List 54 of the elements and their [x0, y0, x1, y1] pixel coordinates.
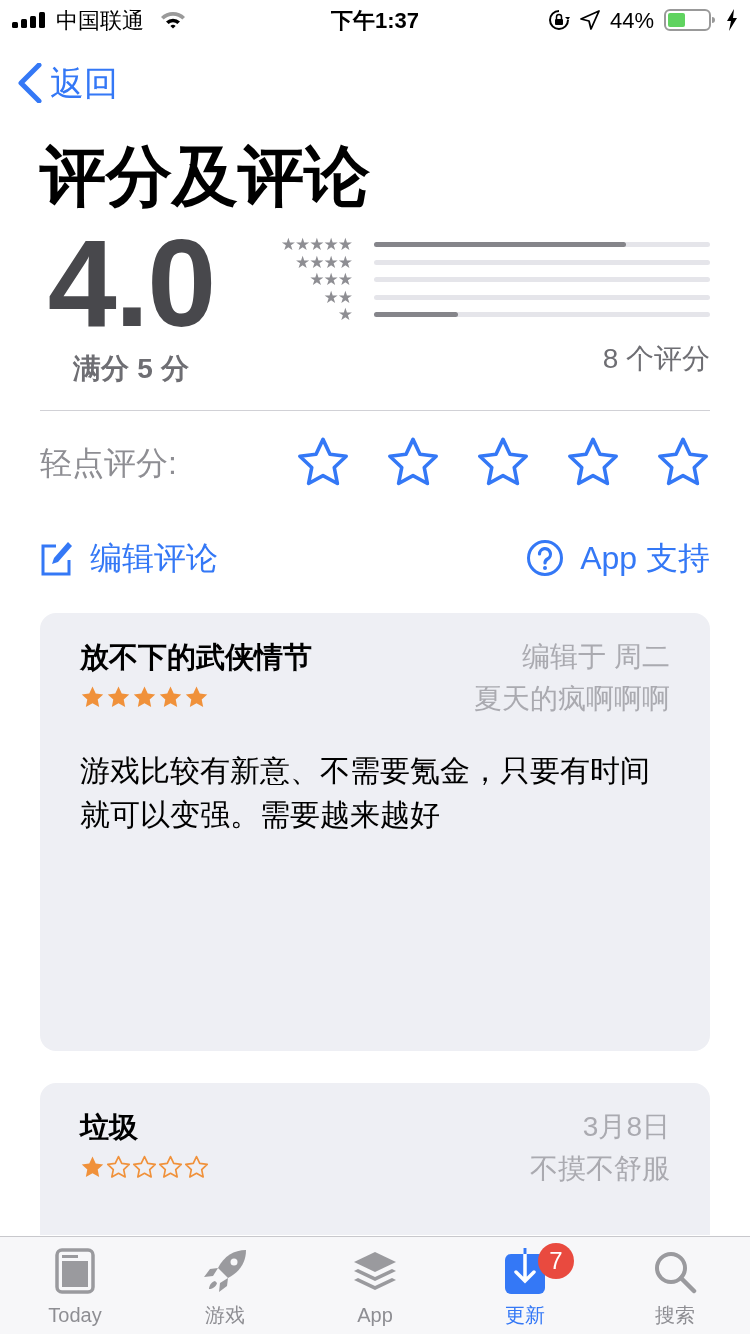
- carrier-name: 中国联通: [56, 6, 144, 35]
- star-icon: [184, 1155, 209, 1180]
- clock-time: 下午1:37: [331, 6, 419, 35]
- review-body: 游戏比较有新意、不需要氪金，只要有时间就可以变强。需要越来越好: [80, 753, 651, 833]
- star-icon: [158, 685, 183, 710]
- star-rating-label: ★★★★: [295, 253, 352, 271]
- star-icon: [184, 685, 209, 710]
- today-tab[interactable]: Today: [0, 1237, 150, 1334]
- page-title: 评分及评论: [38, 138, 371, 215]
- review-date: 3月8日: [582, 1110, 670, 1144]
- download-icon: [505, 1248, 545, 1294]
- star-icon: [132, 685, 157, 710]
- star-icon: [132, 1155, 157, 1180]
- star-rating-label: ★★: [323, 288, 352, 306]
- review-card[interactable]: 放不下的武侠情节 编辑于 周二 夏天的疯啊啊啊 游戏比较有新意、不需要氪金，只要有时间就可以变强。需要越来越好: [40, 613, 710, 1051]
- star-rating-label: ★★★★★: [280, 236, 352, 254]
- rotation-lock-icon: [547, 9, 570, 31]
- updates-tab[interactable]: 更新 7: [450, 1237, 600, 1334]
- star-rating-label: ★★★: [309, 271, 352, 289]
- star-icon: [106, 685, 131, 710]
- page-icon: [55, 1248, 95, 1294]
- tap-to-rate-label: 轻点评分:: [40, 444, 177, 483]
- star-icon: [158, 1155, 183, 1180]
- chevron-left-icon: [18, 63, 42, 103]
- max-rating-label: 满分 5 分: [73, 352, 189, 386]
- review-title: 放不下的武侠情节: [80, 640, 312, 675]
- search-tab[interactable]: 搜索: [600, 1237, 750, 1334]
- review-author: 不摸不舒服: [530, 1152, 670, 1186]
- apps-tab[interactable]: App: [300, 1237, 450, 1334]
- star-icon: [80, 1155, 105, 1180]
- signal-icon: [12, 12, 48, 28]
- edit-icon: [40, 540, 74, 576]
- search-icon: [653, 1250, 697, 1294]
- average-rating: 4.0: [47, 228, 215, 338]
- star-icon: [80, 685, 105, 710]
- location-arrow-icon: [579, 10, 600, 30]
- badge-count: 7: [538, 1243, 574, 1279]
- star-rating-label: ★: [337, 306, 352, 324]
- review-title: 垃圾: [80, 1110, 139, 1145]
- app-support-link[interactable]: App 支持: [526, 534, 710, 582]
- wifi-icon: [160, 10, 186, 30]
- help-icon: [526, 539, 565, 577]
- review-date: 编辑于 周二: [522, 640, 670, 674]
- back-link[interactable]: 返回: [18, 57, 118, 109]
- games-tab[interactable]: 游戏: [150, 1237, 300, 1334]
- star-icon: [106, 1155, 131, 1180]
- review-card[interactable]: 垃圾 3月8日 不摸不舒服: [40, 1083, 710, 1235]
- charging-bolt-icon: [726, 9, 738, 31]
- battery-icon: [664, 8, 716, 32]
- battery-percent: 44%: [609, 6, 654, 35]
- review-author: 夏天的疯啊啊啊: [474, 682, 670, 716]
- rocket-icon: [202, 1248, 248, 1294]
- edit-review-link[interactable]: 编辑评论: [40, 534, 218, 582]
- rating-count: 8 个评分: [602, 341, 710, 376]
